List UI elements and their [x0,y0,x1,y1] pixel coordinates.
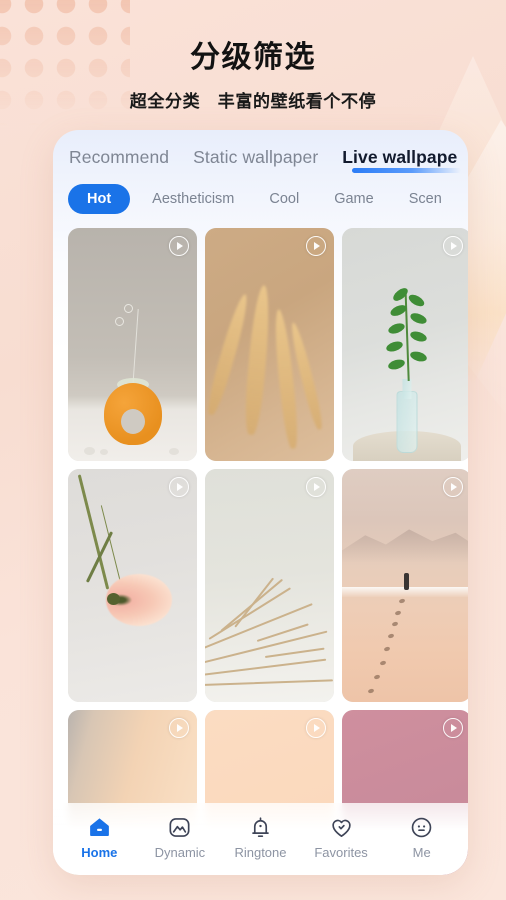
active-tab-underline [352,168,462,173]
play-icon[interactable] [306,236,326,256]
category-tab-bar: Recommend Static wallpaper Live wallpape [53,130,468,173]
wallpaper-card-orange-vase[interactable] [68,228,197,461]
play-icon[interactable] [169,477,189,497]
nav-item-home-label: Home [81,845,118,860]
nav-item-favorites[interactable]: Favorites [305,814,377,860]
app-screenshot-card: Recommend Static wallpaper Live wallpape… [53,130,468,875]
wallpaper-card-pampas-grass[interactable] [205,228,334,461]
wallpaper-card-pink-gerbera[interactable] [68,469,197,702]
wallpaper-thumbnail [342,228,468,461]
image-icon [167,814,193,840]
wallpaper-thumbnail [68,228,197,461]
play-icon[interactable] [169,718,189,738]
page-subtitle: 超全分类 丰富的壁纸看个不停 [129,92,377,111]
chip-hot[interactable]: Hot [68,184,131,214]
bell-icon [247,814,273,840]
tab-live-wallpaper-label: Live wallpape [342,147,458,167]
promo-header: 分级筛选 超全分类 丰富的壁纸看个不停 [0,32,506,112]
play-icon[interactable] [443,236,463,256]
wallpaper-thumbnail [342,469,468,702]
wallpaper-thumbnail [68,469,197,702]
chip-aestheticism[interactable]: Aestheticism [139,184,247,214]
nav-item-home[interactable]: Home [63,814,135,860]
play-icon[interactable] [306,718,326,738]
play-icon[interactable] [169,236,189,256]
filter-chip-bar: Hot Aestheticism Cool Game Scen [53,171,468,214]
tab-recommend-label: Recommend [69,147,170,167]
chip-scene[interactable]: Scen [396,184,455,214]
wallpaper-card-dry-branches[interactable] [205,469,334,702]
tab-static-wallpaper[interactable]: Static wallpaper [193,147,318,171]
nav-item-me[interactable]: Me [386,814,458,860]
play-icon[interactable] [306,477,326,497]
home-icon [86,814,112,840]
wallpaper-card-beach-footprints[interactable] [342,469,468,702]
nav-item-favorites-label: Favorites [314,845,368,860]
wallpaper-card-green-branch[interactable] [342,228,468,461]
wallpaper-thumbnail [205,228,334,461]
tab-recommend[interactable]: Recommend [69,147,169,171]
wallpaper-thumbnail [205,469,334,702]
nav-item-dynamic-label: Dynamic [154,845,206,860]
chip-game[interactable]: Game [321,184,387,214]
page-title: 分级筛选 [190,41,316,74]
tab-static-wallpaper-label: Static wallpaper [193,147,319,167]
play-icon[interactable] [443,718,463,738]
chip-cool[interactable]: Cool [256,184,312,214]
tab-live-wallpaper[interactable]: Live wallpape [342,147,462,173]
nav-item-ringtone-label: Ringtone [234,845,287,860]
nav-item-ringtone[interactable]: Ringtone [224,814,296,860]
nav-item-dynamic[interactable]: Dynamic [144,814,216,860]
heart-icon [328,814,354,840]
play-icon[interactable] [443,477,463,497]
wallpaper-grid [53,214,468,875]
nav-item-me-label: Me [412,845,431,860]
bottom-navigation-bar: Home Dynamic Ringtone Favorites Me [53,803,468,875]
profile-icon [409,814,435,840]
